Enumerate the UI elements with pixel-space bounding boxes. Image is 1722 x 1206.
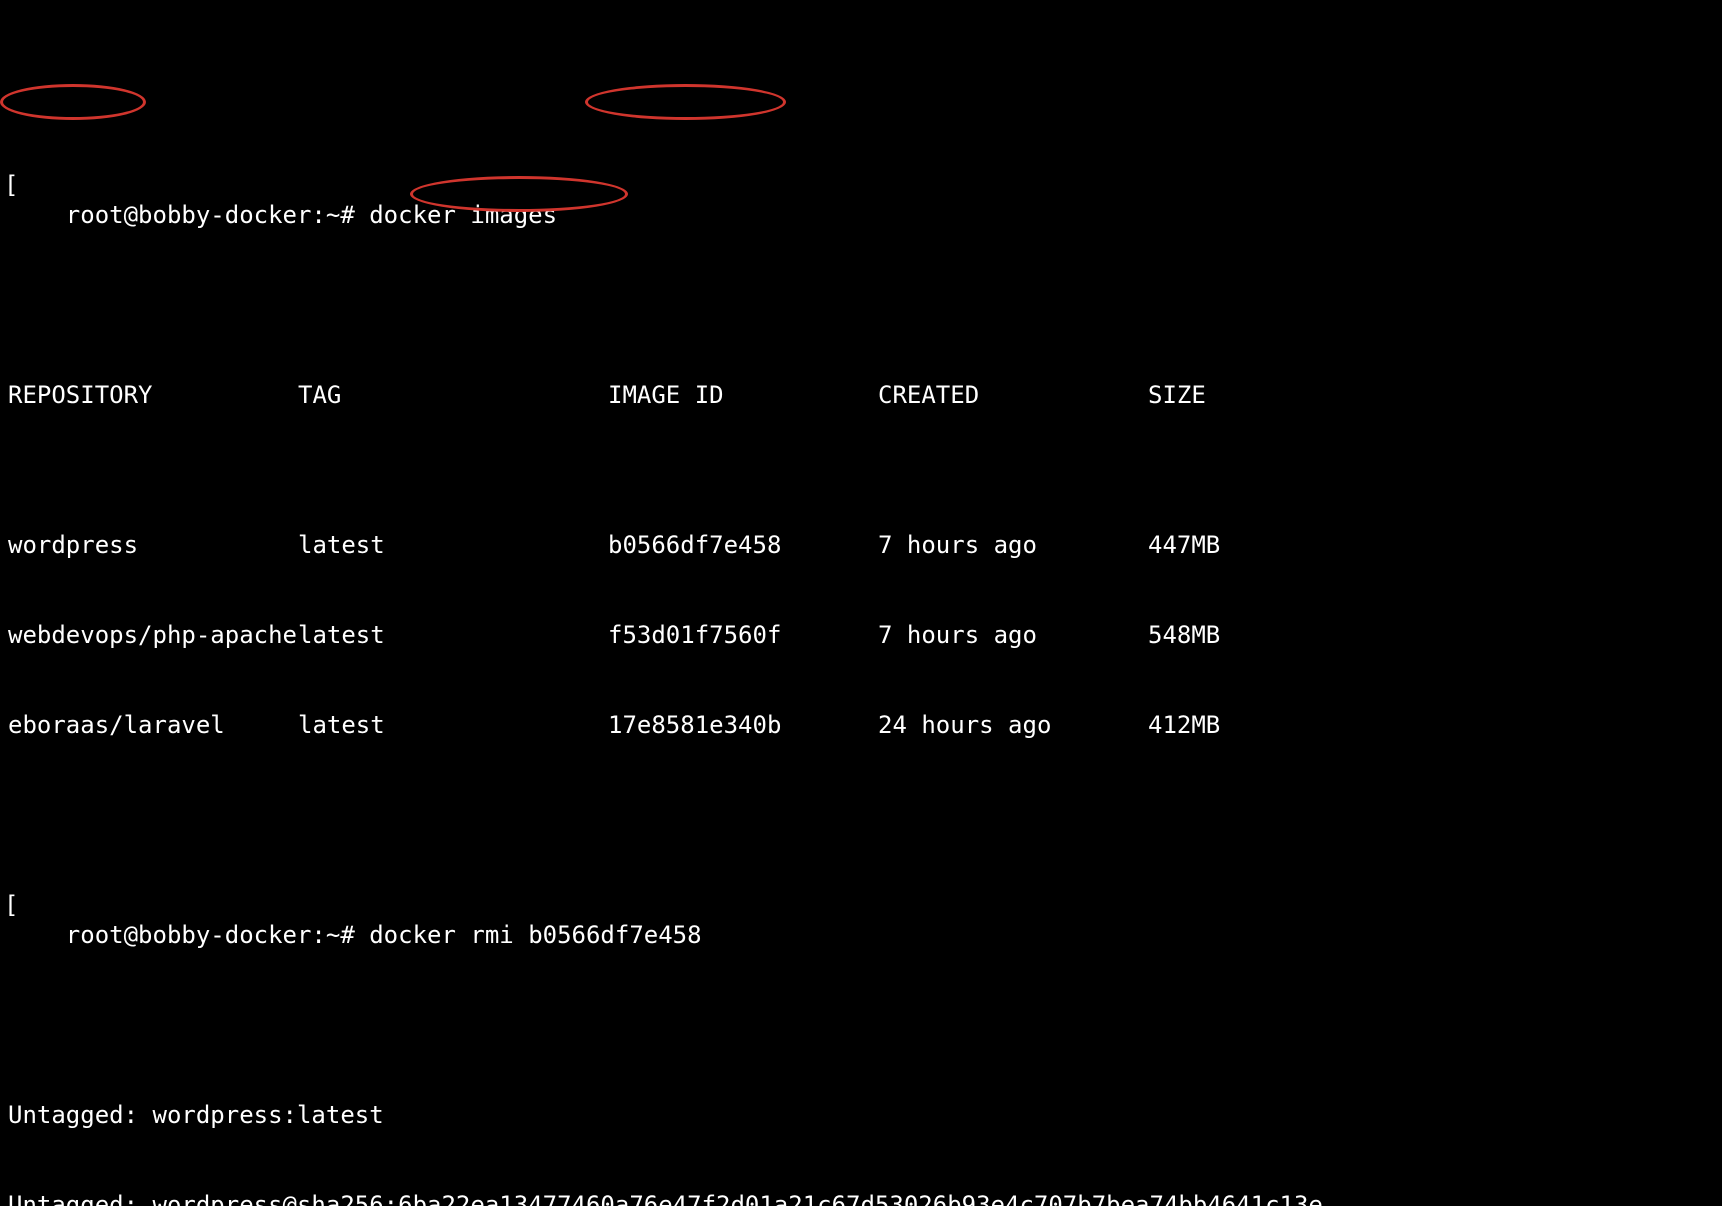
cell-image-id: b0566df7e458 (608, 530, 878, 560)
cell-tag: latest (298, 620, 608, 650)
col-header-repository: REPOSITORY (8, 380, 298, 410)
cell-tag: latest (298, 710, 608, 740)
annotation-circle-icon (0, 84, 146, 120)
cell-repository: wordpress (8, 530, 298, 560)
col-header-size: SIZE (1148, 380, 1348, 410)
col-header-created: CREATED (878, 380, 1148, 410)
cmd-line-1: [ root@bobby-docker:~# docker images (8, 140, 1714, 260)
images-row: wordpress latest b0566df7e458 7 hours ag… (8, 530, 1714, 560)
cell-size: 548MB (1148, 620, 1348, 650)
cell-image-id: 17e8581e340b (608, 710, 878, 740)
images-row: webdevops/php-apache latest f53d01f7560f… (8, 620, 1714, 650)
cell-image-id: f53d01f7560f (608, 620, 878, 650)
cell-size: 447MB (1148, 530, 1348, 560)
col-header-tag: TAG (298, 380, 608, 410)
command-docker-images: docker images (369, 201, 557, 229)
cmd-line-2: [ root@bobby-docker:~# docker rmi b0566d… (8, 860, 1714, 980)
output-line: Untagged: wordpress:latest (8, 1100, 1714, 1130)
cell-size: 412MB (1148, 710, 1348, 740)
bracket-icon: [ (4, 890, 18, 920)
images-header-row: REPOSITORY TAG IMAGE ID CREATED SIZE (8, 380, 1714, 410)
prompt: root@bobby-docker:~# (66, 921, 355, 949)
cell-tag: latest (298, 530, 608, 560)
cell-repository: webdevops/php-apache (8, 620, 298, 650)
images-row: eboraas/laravel latest 17e8581e340b 24 h… (8, 710, 1714, 740)
annotation-circle-icon (585, 84, 786, 120)
terminal[interactable]: [ root@bobby-docker:~# docker images REP… (0, 0, 1722, 1206)
cell-repository: eboraas/laravel (8, 710, 298, 740)
rmi-arg: b0566df7e458 (528, 921, 701, 949)
cell-created: 7 hours ago (878, 530, 1148, 560)
command-docker-rmi: docker rmi b0566df7e458 (369, 921, 701, 949)
cell-created: 7 hours ago (878, 620, 1148, 650)
output-line: Untagged: wordpress@sha256:6ba22ea134774… (8, 1190, 1714, 1206)
prompt: root@bobby-docker:~# (66, 201, 355, 229)
cell-created: 24 hours ago (878, 710, 1148, 740)
bracket-icon: [ (4, 170, 18, 200)
col-header-image-id: IMAGE ID (608, 380, 878, 410)
